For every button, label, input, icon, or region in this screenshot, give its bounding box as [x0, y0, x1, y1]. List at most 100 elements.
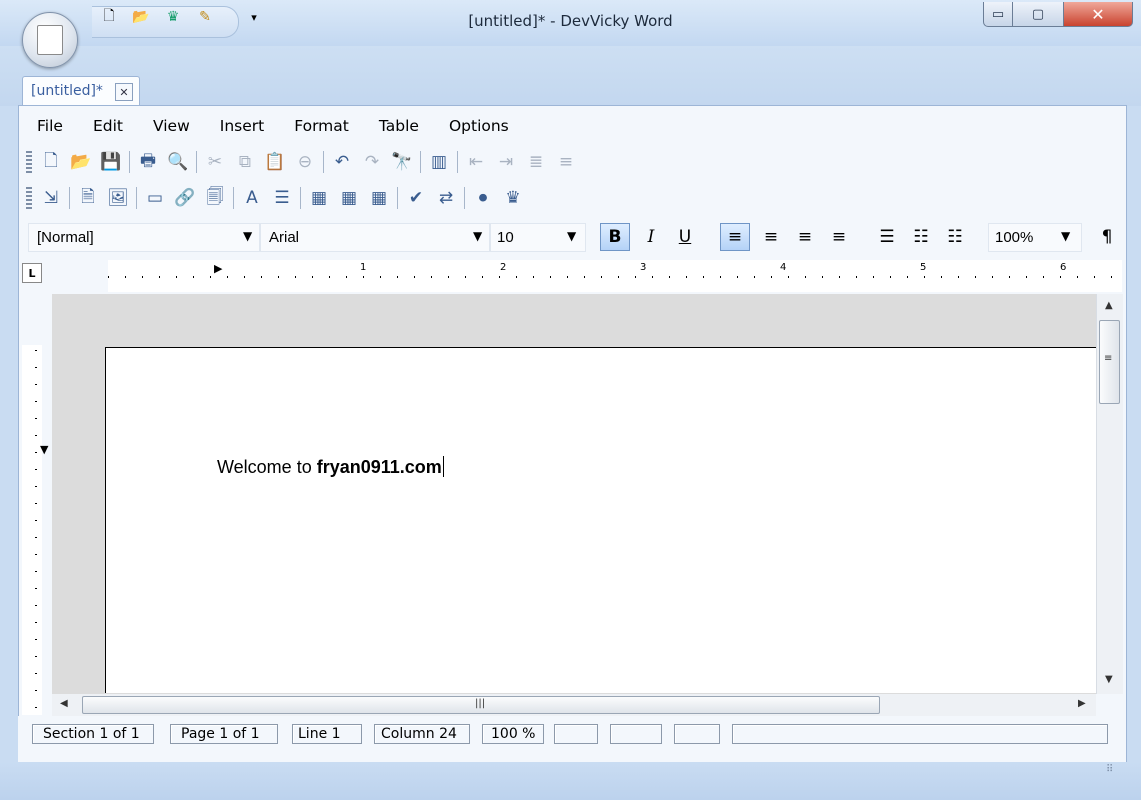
horizontal-ruler[interactable]: 1 2 3 4 5 6 ▶ [108, 260, 1122, 292]
cut-icon[interactable]: ✂ [200, 148, 230, 176]
insert-image-icon[interactable]: 🖼 [103, 184, 133, 212]
ruler-number: 5 [920, 262, 927, 273]
save-icon[interactable]: 💾 [96, 148, 126, 176]
menu-table[interactable]: Table [362, 112, 432, 140]
indent-marker-icon[interactable]: ▶ [214, 262, 222, 275]
ruler-tick [210, 276, 211, 278]
minimize-button[interactable]: ▭ [983, 2, 1013, 27]
horizontal-scrollbar[interactable]: ◀ ||| ▶ [52, 694, 1096, 716]
menu-format[interactable]: Format [277, 112, 362, 140]
copy-icon[interactable]: ⧉ [230, 148, 260, 176]
menu-view[interactable]: View [136, 112, 203, 140]
welcome-text: Welcome to [217, 457, 317, 477]
maximize-button[interactable]: ▢ [1012, 2, 1064, 27]
insert-link-icon[interactable]: 🔗 [170, 184, 200, 212]
tab-stop-selector[interactable]: L [22, 263, 42, 283]
ruler-tick [125, 276, 126, 278]
ruler-tick [295, 276, 296, 278]
find-icon[interactable]: 🔭 [387, 148, 417, 176]
list-level-up-icon[interactable]: ≣ [521, 148, 551, 176]
toolbar-grip[interactable] [26, 151, 32, 173]
scroll-right-icon[interactable]: ▶ [1078, 698, 1086, 709]
close-button[interactable]: ✕ [1063, 2, 1133, 27]
zoom-combo[interactable]: 100% ▼ [988, 223, 1082, 252]
ruler-number: 6 [1060, 262, 1067, 273]
color-grid-3-icon[interactable]: ▦ [364, 184, 394, 212]
chevron-down-icon[interactable]: ▼ [243, 229, 252, 243]
insert-file-icon[interactable]: ⇲ [36, 184, 66, 212]
scroll-up-icon[interactable]: ▲ [1105, 300, 1113, 311]
zoom-value: 100% [995, 229, 1034, 246]
ruler-tick [35, 503, 37, 504]
ruler-tick [873, 276, 874, 278]
insert-page-icon[interactable]: 🗎 [73, 184, 103, 212]
underline-button[interactable]: U [670, 223, 700, 251]
color-grid-1-icon[interactable]: ▦ [304, 184, 334, 212]
vertical-ruler[interactable]: ▼ [22, 345, 48, 715]
resize-grip-icon[interactable]: ⠿ [1106, 764, 1113, 775]
new-icon[interactable]: 🗋 [36, 148, 66, 176]
color-grid-2-icon[interactable]: ▦ [334, 184, 364, 212]
ruler-tick [499, 276, 500, 278]
font-icon[interactable]: A [237, 184, 267, 212]
menu-insert[interactable]: Insert [203, 112, 277, 140]
paragraph-icon[interactable]: ☰ [267, 184, 297, 212]
redo-icon[interactable]: ↷ [357, 148, 387, 176]
undo-icon[interactable]: ↶ [327, 148, 357, 176]
paste-icon[interactable]: 📋 [260, 148, 290, 176]
document-page[interactable]: Welcome to fryan0911.com [105, 347, 1097, 693]
scroll-down-icon[interactable]: ▼ [1105, 674, 1113, 685]
print-preview-icon[interactable]: 🔍 [163, 148, 193, 176]
print-icon[interactable]: 🖶 [133, 148, 163, 176]
toolbar-separator [457, 151, 458, 173]
bullet-list-button[interactable]: ☰ [872, 223, 902, 251]
vertical-scrollbar[interactable]: ▲ ≡ ▼ [1096, 294, 1123, 694]
chevron-down-icon[interactable]: ▼ [1061, 229, 1070, 243]
style-combo[interactable]: [Normal] ▼ [28, 223, 260, 252]
insert-textbox-icon[interactable]: ▭ [140, 184, 170, 212]
tab-close-icon[interactable]: ✕ [115, 83, 133, 101]
horizontal-scroll-thumb[interactable]: ||| [82, 696, 880, 714]
italic-button[interactable]: I [636, 223, 666, 251]
ruler-tick [35, 367, 37, 368]
size-combo[interactable]: 10 ▼ [490, 223, 586, 252]
open-icon[interactable]: 📂 [66, 148, 96, 176]
translate-icon[interactable]: ⇄ [431, 184, 461, 212]
margin-marker-icon[interactable]: ▼ [40, 443, 48, 456]
font-combo[interactable]: Arial ▼ [260, 223, 490, 252]
ruler-tick [35, 656, 37, 657]
ruler-tick [35, 469, 37, 470]
numbered-list-button[interactable]: ☷ [906, 223, 936, 251]
devvicky-logo-icon[interactable]: ♛ [498, 184, 528, 212]
show-formatting-button[interactable]: ¶ [1092, 223, 1122, 251]
document-text[interactable]: Welcome to fryan0911.com [217, 456, 444, 478]
justify-button[interactable]: ≡ [824, 223, 854, 251]
chevron-down-icon[interactable]: ▼ [473, 229, 482, 243]
align-right-button[interactable]: ≡ [756, 223, 786, 251]
toolbar-grip[interactable] [26, 187, 32, 209]
menu-file[interactable]: File [20, 112, 76, 140]
insert-object-icon[interactable]: 🗐 [200, 184, 230, 212]
record-macro-icon[interactable]: ⏺ [468, 184, 498, 212]
ruler-tick [788, 276, 789, 278]
multilevel-list-button[interactable]: ☷ [940, 223, 970, 251]
ruler-tick [431, 276, 432, 278]
menu-edit[interactable]: Edit [76, 112, 136, 140]
spellcheck-icon[interactable]: ✔ [401, 184, 431, 212]
delete-icon[interactable]: ⊖ [290, 148, 320, 176]
align-left-button[interactable]: ≡ [720, 223, 750, 251]
ruler-tick [482, 276, 483, 278]
application-menu-button[interactable] [22, 12, 78, 68]
scroll-left-icon[interactable]: ◀ [60, 698, 68, 709]
vertical-scroll-thumb[interactable]: ≡ [1099, 320, 1120, 404]
indent-icon[interactable]: ⇤ [461, 148, 491, 176]
list-level-down-icon[interactable]: ≡ [551, 148, 581, 176]
ruler-tick [35, 418, 37, 419]
bold-button[interactable]: B [600, 223, 630, 251]
align-center-button[interactable]: ≡ [790, 223, 820, 251]
menu-options[interactable]: Options [432, 112, 522, 140]
columns-icon[interactable]: ▥ [424, 148, 454, 176]
tab-untitled[interactable]: [untitled]* ✕ [22, 76, 140, 107]
outdent-icon[interactable]: ⇥ [491, 148, 521, 176]
chevron-down-icon[interactable]: ▼ [567, 229, 576, 243]
